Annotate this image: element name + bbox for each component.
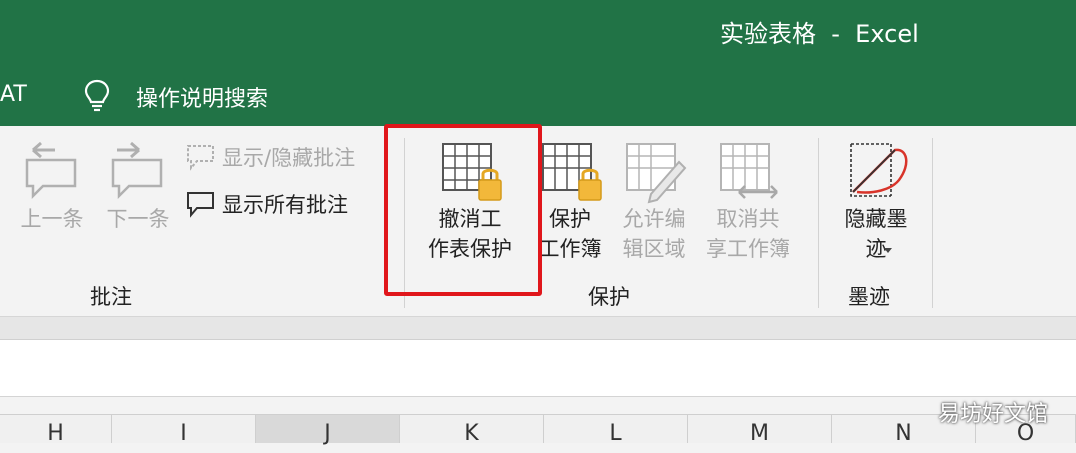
column-header-h[interactable]: H	[0, 415, 112, 446]
allow-edit-ranges-label: 允许编 辑区域	[622, 207, 686, 261]
show-all-comments-button[interactable]: 显示所有批注	[186, 189, 348, 219]
allow-edit-ranges-button[interactable]: 允许编 辑区域	[616, 140, 692, 264]
group-separator	[932, 138, 933, 308]
hide-ink-icon	[850, 143, 908, 197]
ribbon-tab-bar: AT 操作说明搜索	[0, 64, 1076, 126]
next-comment-icon	[111, 141, 163, 200]
hide-ink-button[interactable]: 隐藏墨 迹	[834, 140, 918, 264]
comments-group-label: 批注	[90, 285, 132, 309]
tell-me-search[interactable]: 操作说明搜索	[136, 81, 268, 113]
unshare-workbook-button[interactable]: 取消共 享工作簿	[696, 140, 800, 264]
watermark: 易坊好文馆	[937, 402, 1048, 427]
next-comment-button[interactable]: 下一条	[100, 138, 176, 234]
window-title: 实验表格 - Excel	[720, 20, 919, 48]
column-header-m[interactable]: M	[688, 415, 832, 446]
previous-comment-button[interactable]: 上一条	[14, 138, 90, 234]
column-header-l[interactable]: L	[544, 415, 688, 446]
column-header-j[interactable]: J	[256, 415, 400, 446]
tab-partial[interactable]: AT	[0, 82, 27, 107]
unshare-workbook-label: 取消共 享工作簿	[706, 207, 790, 261]
show-hide-comment-label: 显示/隐藏批注	[222, 146, 356, 170]
comment-icon	[187, 145, 214, 171]
previous-comment-icon	[25, 141, 77, 200]
allow-edit-ranges-icon	[626, 143, 687, 204]
dropdown-arrow-icon[interactable]	[884, 248, 892, 253]
hide-ink-label: 隐藏墨 迹	[844, 207, 908, 261]
column-headers: H I J K L M N O	[0, 414, 1076, 446]
column-header-i[interactable]: I	[112, 415, 256, 446]
ink-group-label: 墨迹	[848, 285, 890, 309]
show-all-comments-label: 显示所有批注	[222, 193, 348, 217]
protect-workbook-label: 保护 工作簿	[538, 207, 602, 261]
column-header-k[interactable]: K	[400, 415, 544, 446]
ribbon-collapse-bar	[0, 316, 1076, 340]
comments-icon	[187, 192, 214, 218]
protect-workbook-icon	[542, 143, 602, 201]
formula-bar[interactable]	[0, 340, 1076, 397]
show-hide-comment-button[interactable]: 显示/隐藏批注	[186, 142, 355, 172]
unshare-workbook-icon	[720, 143, 778, 199]
title-bar: 实验表格 - Excel	[0, 0, 1076, 64]
group-separator	[818, 138, 819, 308]
previous-comment-label: 上一条	[20, 207, 84, 231]
protect-workbook-button[interactable]: 保护 工作簿	[532, 140, 608, 264]
next-comment-label: 下一条	[106, 207, 170, 231]
protect-group-label: 保护	[588, 285, 630, 309]
highlight-box	[384, 124, 542, 296]
lightbulb-icon[interactable]	[82, 78, 112, 112]
